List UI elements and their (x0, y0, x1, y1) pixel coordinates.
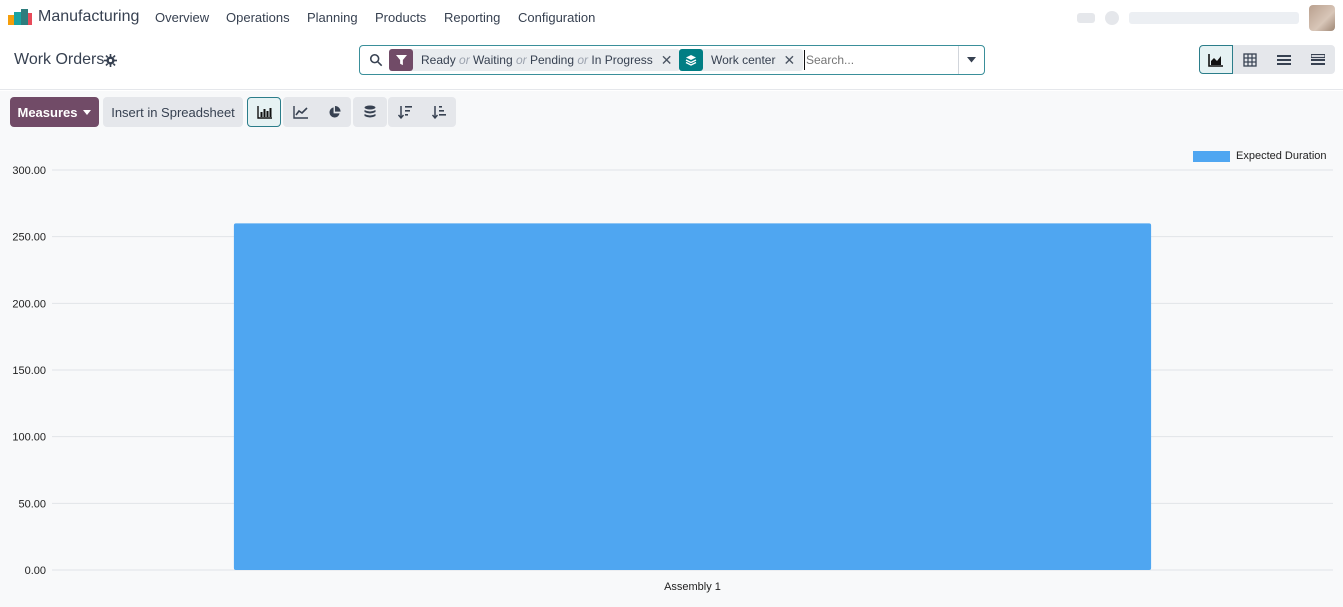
control-panel: Work Orders Ready or Waiting or Pending … (0, 35, 1343, 90)
menu-products[interactable]: Products (375, 10, 426, 25)
stacked-button[interactable] (353, 97, 387, 127)
debug-icon[interactable] (1077, 13, 1095, 23)
filter-facet-text: Ready or Waiting or Pending or In Progre… (421, 53, 653, 67)
stacked-icon (364, 105, 376, 118)
company-switcher[interactable] (1129, 12, 1299, 24)
bar-chart: 0.00 50.00 100.00 150.00 200.00 250.00 300.00 A… (12, 165, 1333, 593)
caret-down-icon (967, 57, 976, 63)
user-avatar[interactable] (1309, 5, 1335, 31)
menu-configuration[interactable]: Configuration (518, 10, 595, 25)
sort-descending-button[interactable] (388, 97, 422, 127)
menu-operations[interactable]: Operations (226, 10, 290, 25)
graph-view-button[interactable] (1199, 45, 1233, 74)
caret-down-icon (83, 109, 92, 115)
pie-chart-button[interactable] (317, 97, 351, 127)
x-tick-label: Assembly 1 (664, 581, 721, 593)
manufacturing-app-icon[interactable] (8, 9, 32, 25)
sort-descending-icon (398, 106, 412, 119)
menu-overview[interactable]: Overview (155, 10, 209, 25)
y-tick-label: 0.00 (25, 565, 46, 577)
y-tick-label: 200.00 (12, 298, 46, 310)
filter-facet[interactable]: Ready or Waiting or Pending or In Progre… (389, 49, 681, 71)
remove-filter-facet-icon[interactable]: ✕ (661, 52, 681, 69)
list-icon (1277, 54, 1291, 65)
systray (1077, 5, 1335, 31)
page-title[interactable]: Work Orders (14, 51, 104, 69)
search-bar[interactable]: Ready or Waiting or Pending or In Progre… (359, 45, 985, 75)
pivot-table-icon (1243, 52, 1257, 67)
gear-icon[interactable] (104, 54, 117, 67)
list-view-button[interactable] (1267, 45, 1301, 74)
bar-chart-button[interactable] (247, 97, 281, 127)
area-chart-icon (1208, 53, 1223, 67)
stacked-list-icon (1311, 53, 1325, 65)
y-tick-label: 100.00 (12, 432, 46, 444)
filter-icon (389, 49, 413, 71)
kanban-view-button[interactable] (1301, 45, 1335, 74)
sort-ascending-icon (432, 106, 446, 119)
search-options-toggle[interactable] (958, 46, 984, 74)
menu-planning[interactable]: Planning (307, 10, 358, 25)
top-navbar: Manufacturing Overview Operations Planni… (0, 0, 1343, 35)
pie-chart-icon (328, 105, 341, 118)
y-tick-label: 250.00 (12, 232, 46, 244)
groupby-facet-text: Work center (711, 53, 776, 67)
activity-icon[interactable] (1105, 11, 1119, 25)
view-switcher (1199, 45, 1335, 74)
measures-button[interactable]: Measures (10, 97, 99, 127)
layers-icon (679, 49, 703, 71)
y-tick-label: 300.00 (12, 165, 46, 177)
remove-groupby-facet-icon[interactable]: ✕ (783, 52, 803, 69)
pivot-view-button[interactable] (1233, 45, 1267, 74)
line-chart-icon (292, 105, 308, 119)
bar-chart-icon (256, 105, 272, 119)
sort-ascending-button[interactable] (422, 97, 456, 127)
search-icon (369, 53, 383, 67)
insert-in-spreadsheet-button[interactable]: Insert in Spreadsheet (103, 97, 243, 127)
menu-reporting[interactable]: Reporting (444, 10, 500, 25)
y-tick-label: 50.00 (18, 498, 46, 510)
bar-assembly-1[interactable] (233, 223, 1152, 570)
line-chart-button[interactable] (283, 97, 317, 127)
app-name[interactable]: Manufacturing (38, 8, 139, 26)
search-input[interactable] (804, 50, 954, 70)
y-tick-label: 150.00 (12, 365, 46, 377)
measures-label: Measures (17, 104, 78, 120)
graph-content: Measures Insert in Spreadsheet Expected … (0, 91, 1343, 607)
groupby-facet[interactable]: Work center ✕ (679, 49, 804, 71)
